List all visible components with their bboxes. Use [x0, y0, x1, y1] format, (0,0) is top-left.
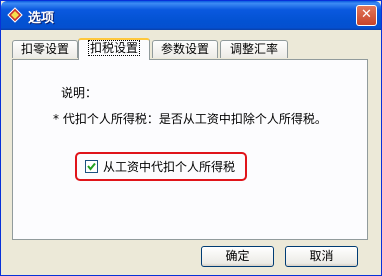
- tax-settings-panel: 说明： * 代扣个人所得税：是否从工资中扣除个人所得税。 从工资中代扣个人所得税: [12, 59, 368, 240]
- withhold-tax-checkbox[interactable]: [85, 160, 98, 173]
- close-button[interactable]: ✕: [356, 5, 377, 26]
- note-text: * 代扣个人所得税：是否从工资中扣除个人所得税。: [53, 112, 327, 126]
- tab-rounding-settings[interactable]: 扣零设置: [12, 40, 78, 58]
- options-dialog: 选项 ✕ 扣零设置 扣税设置 参数设置 调整汇率 说明： * 代扣个人所得税：是…: [0, 0, 382, 276]
- tab-parameter-settings[interactable]: 参数设置: [152, 40, 218, 58]
- app-icon: [7, 7, 23, 23]
- withhold-tax-label[interactable]: 从工资中代扣个人所得税: [103, 158, 235, 175]
- tab-exchange-rate[interactable]: 调整汇率: [220, 40, 288, 58]
- tab-tax-settings[interactable]: 扣税设置: [78, 38, 150, 60]
- ok-button[interactable]: 确定: [201, 246, 274, 267]
- checkmark-icon: [87, 162, 96, 171]
- note-title: 说明：: [61, 86, 98, 100]
- window-title: 选项: [28, 11, 55, 26]
- close-icon: ✕: [361, 7, 372, 22]
- cancel-button[interactable]: 取消: [285, 246, 358, 267]
- title-bar: 选项 ✕: [1, 1, 381, 30]
